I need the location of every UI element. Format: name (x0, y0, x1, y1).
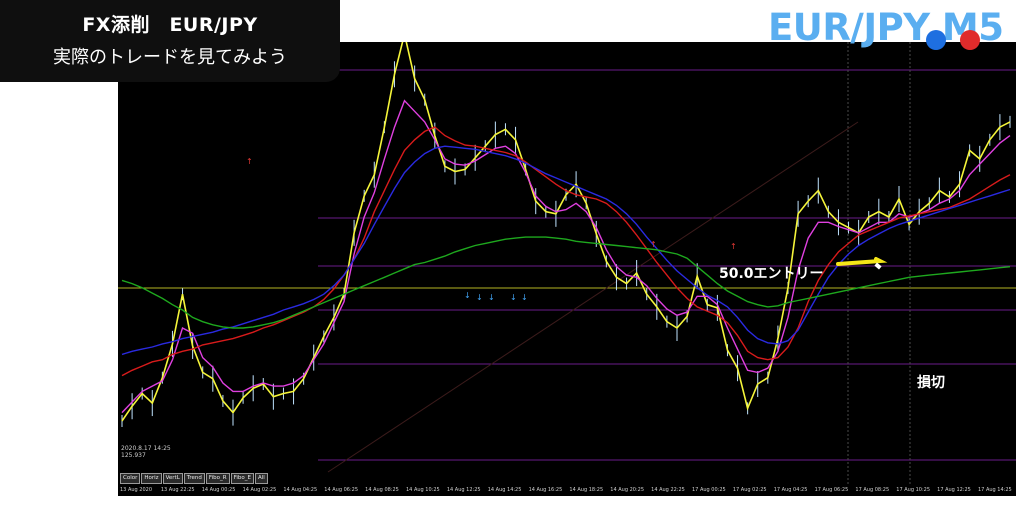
lesson-subtitle: 実際のトレードを見てみよう (53, 47, 287, 68)
horizontal-lines (118, 42, 1016, 486)
time-tick-label: 14 Aug 04:25 (283, 487, 318, 493)
close-icon[interactable] (960, 30, 980, 50)
series-line-2 (121, 126, 1011, 377)
horiz-button[interactable]: Horiz (141, 473, 162, 484)
chart-price: 125.937 (121, 452, 146, 459)
lesson-title: FX添削 EUR/JPY (82, 14, 258, 36)
time-tick-label: 17 Aug 08:25 (855, 487, 890, 493)
trend-button[interactable]: Trend (183, 473, 205, 484)
time-tick-label: 17 Aug 10:25 (896, 487, 930, 493)
series-line-3 (121, 145, 1011, 356)
time-tick-label: 17 Aug 06:25 (814, 487, 849, 493)
svg-text:↑: ↑ (246, 157, 253, 166)
time-tick-label: 17 Aug 00:25 (692, 487, 726, 493)
fibo-e-button[interactable]: Fibo_E (230, 473, 254, 484)
time-tick-label: 14 Aug 00:25 (201, 487, 236, 493)
time-tick-label: 14 Aug 18:25 (569, 487, 604, 493)
time-tick-label: 14 Aug 08:25 (365, 487, 399, 493)
time-axis: 13 Aug 2020 13 Aug 22:25 14 Aug 00:25 14 Au… (118, 486, 1016, 496)
time-tick-label: 17 Aug 02:25 (732, 487, 767, 493)
svg-text:↓: ↓ (488, 293, 495, 302)
svg-text:↓: ↓ (521, 293, 528, 302)
time-tick-label: 17 Aug 14:25 (978, 487, 1012, 493)
time-tick-label: 13 Aug 2020 (120, 487, 153, 493)
svg-text:↓: ↓ (510, 293, 517, 302)
time-tick-label: 14 Aug 12:25 (446, 487, 481, 493)
pencil-cursor-icon (874, 262, 882, 270)
chart-timestamp: 2020.8.17 14:25 (121, 445, 171, 452)
lesson-title-box: FX添削 EUR/JPY 実際のトレードを見てみよう (0, 0, 340, 82)
time-tick-label: 14 Aug 10:25 (406, 487, 440, 493)
series-line-1 (121, 99, 1011, 414)
time-tick-label: 14 Aug 02:25 (242, 487, 277, 493)
stoploss-annotation: 損切 (917, 375, 945, 391)
svg-text:↑: ↑ (730, 242, 737, 251)
info-icon[interactable] (926, 30, 946, 50)
svg-text:↓: ↓ (476, 293, 483, 302)
signal-arrows: ↑ ↑ ↑ ↓ ↓ ↓ ↓ ↓ (246, 157, 737, 302)
time-tick-label: 14 Aug 20:25 (610, 487, 644, 493)
series-layer (121, 42, 1011, 428)
time-tick-label: 17 Aug 04:25 (773, 487, 808, 493)
time-tick-label: 14 Aug 14:25 (487, 487, 522, 493)
time-tick-label: 13 Aug 22:25 (160, 487, 195, 493)
time-tick-label: 14 Aug 16:25 (528, 487, 563, 493)
entry-highlight-mark (836, 257, 888, 266)
time-tick-label: 14 Aug 06:25 (324, 487, 358, 493)
color-button[interactable]: Color (120, 473, 141, 484)
chart-panel[interactable]: ↑ ↑ ↑ ↓ ↓ ↓ ↓ ↓ (118, 42, 1016, 486)
time-tick-label: 14 Aug 22:25 (651, 487, 685, 493)
svg-text:↑: ↑ (650, 240, 657, 249)
vertl-button[interactable]: VertL (162, 473, 183, 484)
price-chart[interactable]: ↑ ↑ ↑ ↓ ↓ ↓ ↓ ↓ (118, 42, 1016, 486)
all-button[interactable]: All (254, 473, 268, 484)
fibo-r-button[interactable]: Fibo_R (205, 473, 230, 484)
svg-text:↓: ↓ (464, 291, 471, 300)
time-tick-label: 17 Aug 12:25 (937, 487, 971, 493)
entry-annotation: 50.0エントリー (719, 266, 824, 282)
